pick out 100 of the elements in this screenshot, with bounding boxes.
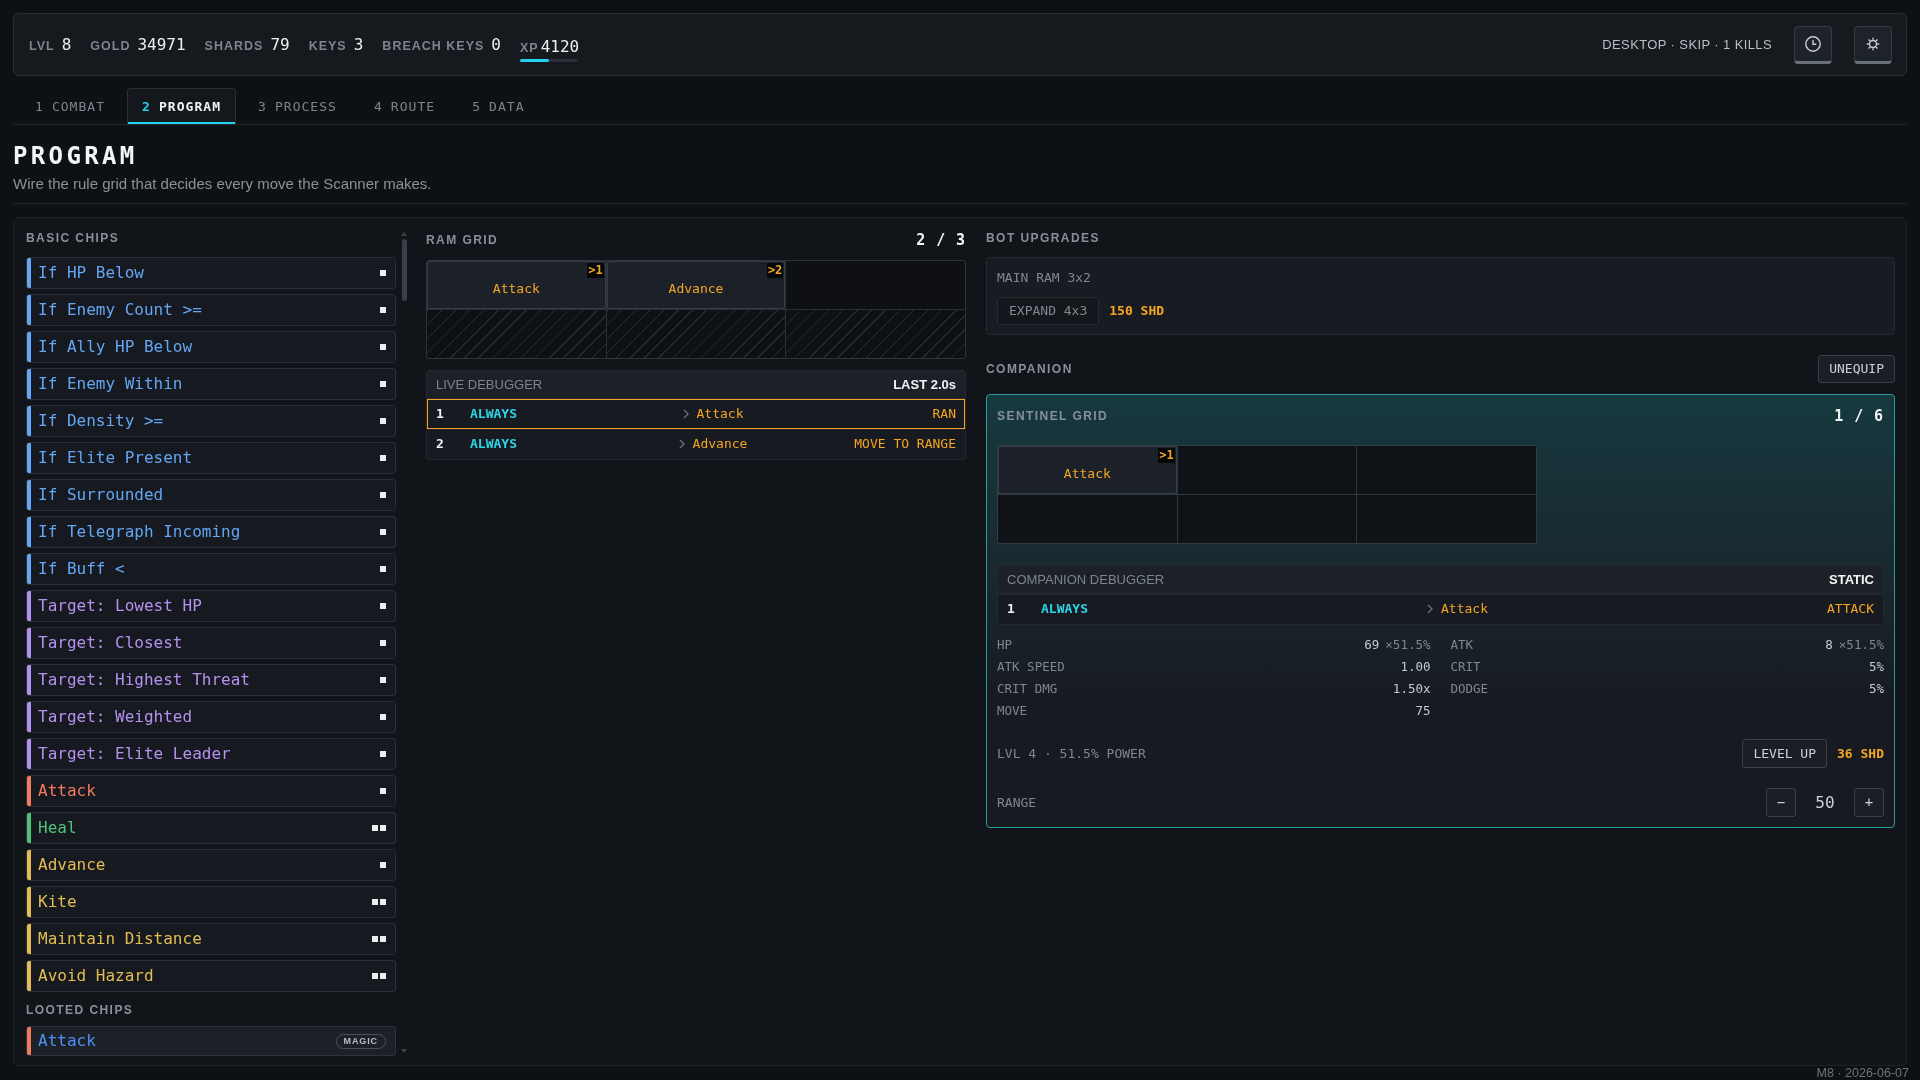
stat-label: MOVE	[997, 701, 1028, 720]
clock-icon	[1805, 35, 1821, 52]
grid-chip[interactable]: Attack >1	[427, 261, 606, 309]
rule-chip[interactable]: Avoid Hazard	[26, 960, 396, 992]
grid-chip[interactable]: Attack >1	[998, 446, 1177, 494]
rule-chip[interactable]: Attack MAGIC	[26, 1026, 396, 1056]
rule-chip[interactable]: Target: Highest Threat	[26, 664, 396, 696]
rule-result: MOVE TO RANGE	[854, 435, 956, 454]
chevron-icon	[678, 439, 685, 449]
rule-chip[interactable]: If Density >=	[26, 405, 396, 437]
rule-chip[interactable]: Kite	[26, 886, 396, 918]
tab[interactable]: 4 ROUTE	[359, 88, 451, 124]
stat-value: 5%	[1868, 679, 1884, 698]
stat-label: ATK	[1450, 635, 1474, 654]
stat-value: 34971	[137, 33, 186, 56]
range-value: 50	[1814, 791, 1836, 814]
stat-value: 5%	[1868, 657, 1884, 676]
rule-chip[interactable]: Target: Lowest HP	[26, 590, 396, 622]
rule-chip[interactable]: If Elite Present	[26, 442, 396, 474]
history-button[interactable]	[1794, 25, 1832, 64]
stat-label: SHARDS	[204, 37, 264, 55]
rule-chip[interactable]: If HP Below	[26, 257, 396, 289]
rule-condition: ALWAYS	[1041, 600, 1089, 619]
section-label: COMPANION	[986, 361, 1073, 377]
rule-result: ATTACK	[1827, 600, 1874, 619]
stat-value: 4120	[540, 35, 580, 58]
tab[interactable]: 2 PROGRAM	[127, 88, 237, 124]
increase-button[interactable]: +	[1854, 788, 1884, 817]
decrease-button[interactable]: −	[1766, 788, 1796, 817]
rule-chip[interactable]: Maintain Distance	[26, 923, 396, 955]
scroll-down-icon[interactable]	[401, 1049, 407, 1053]
slot-count: 2 / 3	[916, 229, 966, 251]
debugger-status: STATIC	[1829, 570, 1874, 589]
rule-chip[interactable]: Advance	[26, 849, 396, 881]
stat-value: 1.00	[1400, 657, 1431, 676]
stat-value: 8	[61, 33, 72, 56]
rule-chip[interactable]: If Enemy Within	[26, 368, 396, 400]
rule-chip[interactable]: Target: Weighted	[26, 701, 396, 733]
stat-label: BREACH KEYS	[382, 37, 485, 55]
stat-label: GOLD	[90, 37, 131, 55]
rule-chip[interactable]: If Surrounded	[26, 479, 396, 511]
chevron-icon	[1427, 604, 1433, 614]
rule-index: 1	[1007, 600, 1016, 619]
companion-level: LVL 4 · 51.5% POWER	[997, 744, 1147, 763]
order-tag: >2	[766, 263, 784, 278]
stat-value: 69	[1364, 635, 1380, 654]
debugger-title: COMPANION DEBUGGER	[1007, 570, 1165, 589]
stat-label: DODGE	[1450, 679, 1489, 698]
section-label: SENTINEL GRID	[997, 408, 1109, 424]
section-label: BASIC CHIPS	[26, 230, 121, 246]
rule-chip[interactable]: If Enemy Count >=	[26, 294, 396, 326]
slot-count: 1 / 6	[1834, 405, 1884, 427]
rule-action: Attack	[696, 405, 744, 424]
scrollbar-thumb[interactable]	[401, 239, 407, 301]
rule-action: Advance	[692, 435, 748, 454]
grid-chip[interactable]: Advance >2	[606, 261, 786, 309]
settings-button[interactable]	[1854, 25, 1892, 64]
rule-condition: ALWAYS	[470, 435, 518, 454]
session-status: DESKTOP · SKIP · 1 KILLS	[1602, 35, 1772, 54]
settings-icon	[1866, 36, 1880, 51]
chevron-icon	[682, 409, 689, 419]
scroll-up-icon[interactable]	[401, 232, 407, 236]
tab[interactable]: 5 DATA	[457, 88, 540, 124]
rule-chip[interactable]: If Ally HP Below	[26, 331, 396, 363]
expand-button[interactable]: EXPAND 4x3	[997, 297, 1100, 325]
stat-label: ATK SPEED	[997, 657, 1065, 676]
stat-value: 75	[1415, 701, 1431, 720]
rule-index: 1	[436, 405, 445, 424]
rule-chip[interactable]: Heal	[26, 812, 396, 844]
page-title: PROGRAM	[13, 141, 139, 171]
stat-value: 1.50x	[1392, 679, 1431, 698]
order-tag: >1	[587, 263, 604, 278]
rule-chip[interactable]: Attack	[26, 775, 396, 807]
stat-value: 3	[353, 33, 364, 56]
stat-multiplier: ×51.5%	[1385, 635, 1431, 654]
stat-label: HP	[997, 635, 1013, 654]
rule-result: RAN	[932, 405, 956, 424]
upgrade-cost: 150 SHD	[1109, 302, 1165, 321]
rule-chip[interactable]: If Telegraph Incoming	[26, 516, 396, 548]
range-label: RANGE	[997, 793, 1038, 812]
unequip-button[interactable]: UNEQUIP	[1818, 355, 1895, 383]
level-up-button[interactable]: LEVEL UP	[1742, 739, 1828, 768]
stat-label: CRIT DMG	[997, 679, 1058, 698]
rule-index: 2	[436, 435, 445, 454]
stat-label: LVL	[29, 37, 55, 55]
rule-chip[interactable]: Target: Closest	[26, 627, 396, 659]
section-label: RAM GRID	[426, 232, 499, 248]
rule-chip[interactable]: If Buff <	[26, 553, 396, 585]
order-tag: >1	[1158, 448, 1175, 463]
rule-chip[interactable]: Target: Elite Leader	[26, 738, 396, 770]
page-subtitle: Wire the rule grid that decides every move the Scanner makes.	[13, 174, 433, 194]
stat-value: 79	[270, 33, 290, 56]
stat-label: CRIT	[1450, 657, 1481, 676]
rule-action: Attack	[1441, 600, 1488, 619]
tab[interactable]: 3 PROCESS	[243, 88, 352, 124]
section-label: LOOTED CHIPS	[26, 1002, 135, 1018]
stat-label: XP	[520, 39, 539, 57]
rule-condition: ALWAYS	[470, 405, 518, 424]
tab[interactable]: 1 COMBAT	[20, 88, 121, 124]
level-up-cost: 36 SHD	[1837, 744, 1884, 763]
